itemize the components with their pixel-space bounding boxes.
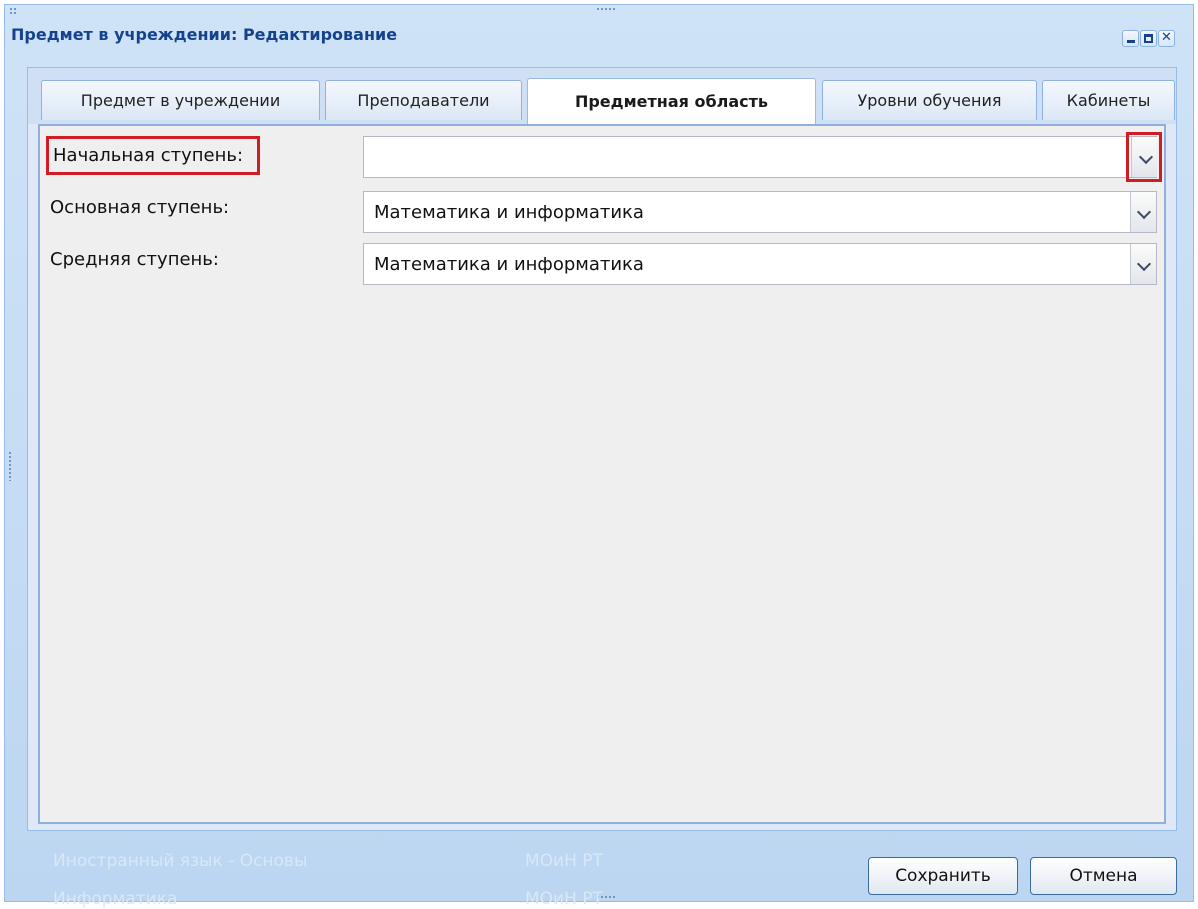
window-footer: Иностранный язык - Основы МОиН РТ Информ… xyxy=(5,831,1193,909)
form-row-secondary-stage: Средняя ступень: Математика и информатик… xyxy=(40,243,1164,287)
tab-label: Преподаватели xyxy=(357,91,490,110)
tab-label: Предмет в учреждении xyxy=(80,91,281,110)
maximize-button[interactable] xyxy=(1140,30,1157,47)
secondary-stage-label: Средняя ступень: xyxy=(50,249,219,270)
primary-stage-label: Начальная ступень: xyxy=(46,136,261,175)
window-titlebar[interactable]: Предмет в учреждении: Редактирование ✕ xyxy=(5,5,1193,65)
edit-window: Предмет в учреждении: Редактирование ✕ П… xyxy=(4,4,1194,909)
secondary-stage-value: Математика и информатика xyxy=(374,254,644,275)
resize-handle-left[interactable] xyxy=(8,451,12,481)
primary-stage-dropdown-button[interactable] xyxy=(1126,132,1162,182)
background-row-name: Информатика xyxy=(53,889,178,909)
background-row-org: МОиН РТ xyxy=(525,889,603,909)
chevron-down-icon xyxy=(1136,204,1152,220)
save-button[interactable]: Сохранить xyxy=(868,857,1018,895)
tab-label: Уровни обучения xyxy=(857,91,1002,110)
primary-stage-combo[interactable] xyxy=(363,132,1162,182)
tab-teachers[interactable]: Преподаватели xyxy=(325,80,522,120)
tab-subject-area[interactable]: Предметная область xyxy=(527,78,816,124)
window-title: Предмет в учреждении: Редактирование xyxy=(11,25,398,44)
basic-stage-dropdown-button[interactable] xyxy=(1130,192,1156,232)
close-button[interactable]: ✕ xyxy=(1158,30,1175,47)
form-row-basic-stage: Основная ступень: Математика и информати… xyxy=(40,191,1164,235)
form-row-primary-stage: Начальная ступень: xyxy=(40,132,1164,182)
tab-classrooms[interactable]: Кабинеты xyxy=(1042,80,1175,120)
tab-body-subject-area: Начальная ступень: Основная ступень: Мат… xyxy=(38,124,1166,824)
maximize-icon xyxy=(1144,34,1153,43)
minimize-icon xyxy=(1127,40,1135,43)
background-row-org: МОиН РТ xyxy=(525,851,603,871)
tab-subject-in-institution[interactable]: Предмет в учреждении xyxy=(41,80,320,120)
minimize-button[interactable] xyxy=(1122,30,1139,47)
tab-strip: Предмет в учреждении Преподаватели Предм… xyxy=(28,68,1176,124)
background-row-name: Иностранный язык - Основы xyxy=(53,851,308,871)
close-icon: ✕ xyxy=(1161,30,1172,45)
cancel-button[interactable]: Отмена xyxy=(1030,857,1177,895)
chevron-down-icon xyxy=(1136,256,1152,272)
tab-panel: Предмет в учреждении Преподаватели Предм… xyxy=(27,67,1177,831)
basic-stage-label: Основная ступень: xyxy=(50,197,230,218)
secondary-stage-combo[interactable]: Математика и информатика xyxy=(363,243,1157,285)
basic-stage-value: Математика и информатика xyxy=(374,202,644,223)
tab-education-levels[interactable]: Уровни обучения xyxy=(822,80,1037,120)
basic-stage-combo[interactable]: Математика и информатика xyxy=(363,191,1157,233)
tab-label: Предметная область xyxy=(574,92,769,111)
secondary-stage-dropdown-button[interactable] xyxy=(1130,244,1156,284)
tab-label: Кабинеты xyxy=(1066,91,1151,110)
